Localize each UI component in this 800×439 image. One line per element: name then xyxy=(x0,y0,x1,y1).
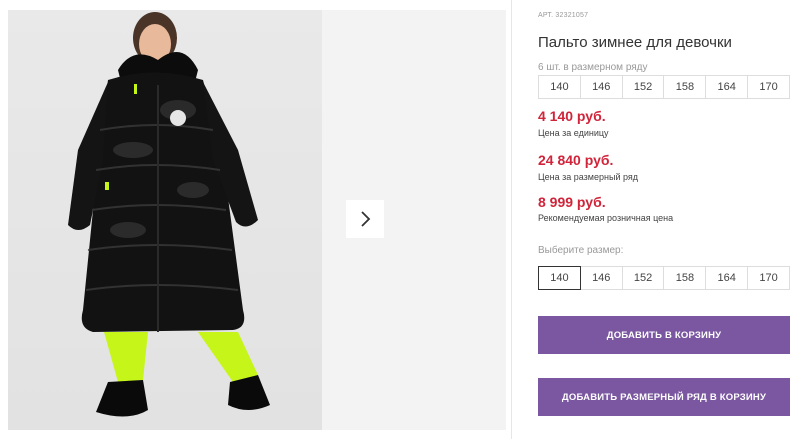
row-size-cell: 158 xyxy=(663,75,707,99)
size-option-152[interactable]: 152 xyxy=(621,266,665,290)
row-size-cell: 140 xyxy=(538,75,581,99)
size-option-164[interactable]: 164 xyxy=(705,266,749,290)
row-size-cell: 170 xyxy=(747,75,790,99)
product-photo-image xyxy=(68,12,270,417)
chevron-right-icon xyxy=(361,211,371,227)
add-row-to-cart-button[interactable]: ДОБАВИТЬ РАЗМЕРНЫЙ РЯД В КОРЗИНУ xyxy=(538,378,790,416)
size-selector: 140 146 152 158 164 170 xyxy=(538,266,790,290)
size-option-140[interactable]: 140 xyxy=(538,266,581,290)
panel-divider xyxy=(511,0,512,439)
unit-price-label: Цена за единицу xyxy=(538,128,609,138)
row-count-label: 6 шт. в размерном ряду xyxy=(538,62,648,73)
size-option-158[interactable]: 158 xyxy=(663,266,707,290)
row-size-cell: 146 xyxy=(579,75,623,99)
size-option-146[interactable]: 146 xyxy=(579,266,623,290)
row-size-cell: 152 xyxy=(621,75,665,99)
gallery-next-button[interactable] xyxy=(346,200,384,238)
unit-price: 4 140 руб. xyxy=(538,108,606,124)
add-to-cart-button[interactable]: ДОБАВИТЬ В КОРЗИНУ xyxy=(538,316,790,354)
product-photo[interactable] xyxy=(8,10,322,430)
retail-price: 8 999 руб. xyxy=(538,194,606,210)
size-row-display: 140 146 152 158 164 170 xyxy=(538,75,790,99)
product-title: Пальто зимнее для девочки xyxy=(538,34,732,51)
row-price: 24 840 руб. xyxy=(538,152,614,168)
product-gallery xyxy=(0,0,512,439)
size-option-170[interactable]: 170 xyxy=(747,266,790,290)
row-price-label: Цена за размерный ряд xyxy=(538,172,639,182)
row-size-cell: 164 xyxy=(705,75,749,99)
retail-price-label: Рекомендуемая розничная цена xyxy=(538,213,674,223)
size-select-label: Выберите размер: xyxy=(538,245,624,256)
article-number: АРТ. 32321057 xyxy=(538,12,589,19)
